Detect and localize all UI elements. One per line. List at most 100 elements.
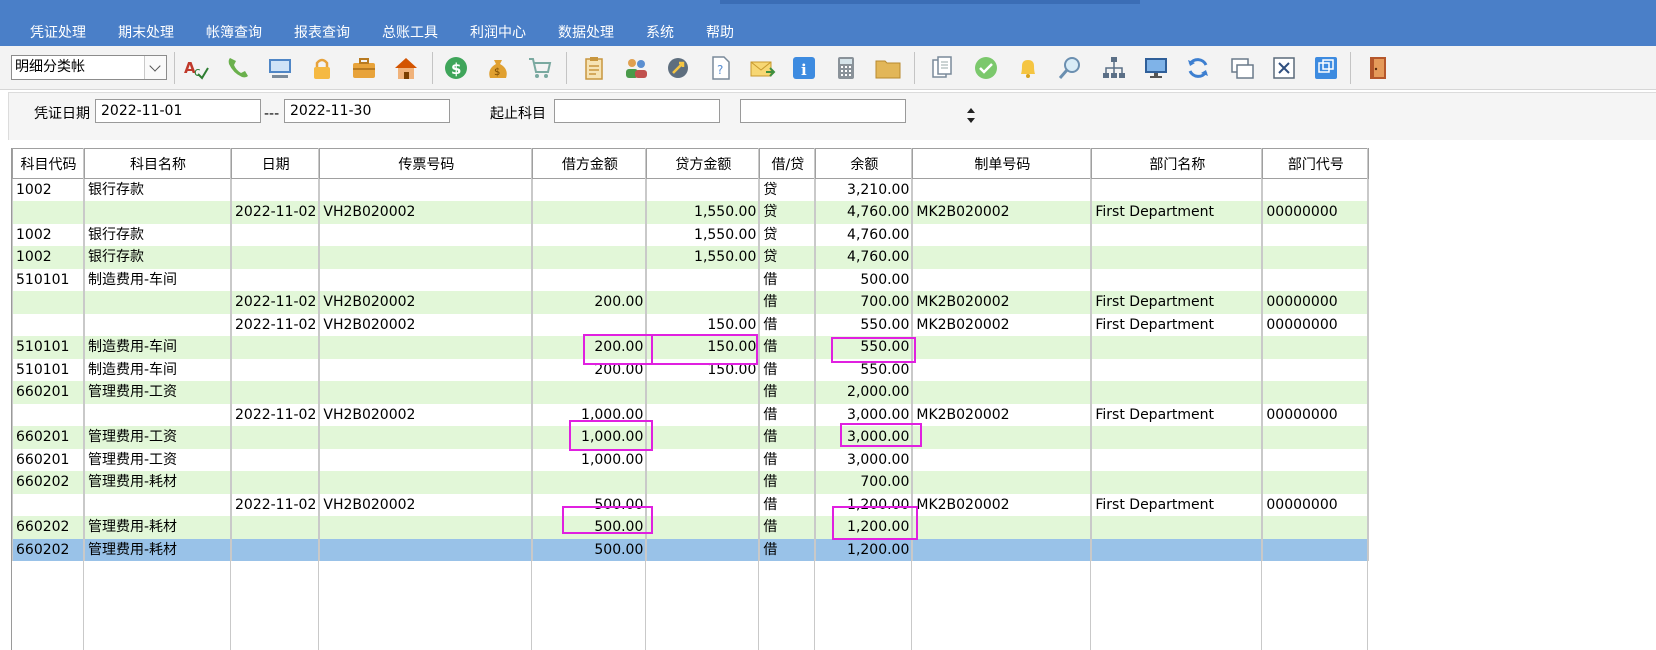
cell-credit[interactable] [646,178,761,201]
cell-balance[interactable]: 4,760.00 [815,223,914,246]
cell-dc[interactable]: 借 [759,516,817,539]
spellcheck-icon[interactable]: Ac [180,52,212,84]
table-row[interactable]: 2022-11-02 VH2B020002 200.00 借 700.00 MK2B020… [12,291,1370,314]
cell-account-code[interactable]: 660202 [12,538,85,561]
help-doc-icon[interactable]: ? [704,52,736,84]
cell-department-code[interactable] [1262,268,1370,291]
cell-dc[interactable]: 借 [759,291,817,314]
cell-balance[interactable]: 1,200.00 [815,538,914,561]
cell-debit[interactable] [532,201,648,224]
cell-date[interactable] [230,268,321,291]
cell-credit[interactable]: 150.00 [646,336,761,359]
cell-document-no[interactable]: MK2B020002 [912,291,1093,314]
clipboard-icon[interactable] [578,52,610,84]
cell-department-name[interactable] [1091,358,1264,381]
table-row[interactable]: 510101 制造费用-车间 200.00 150.00 借 550.00 [12,358,1370,381]
cell-dc[interactable]: 借 [759,313,817,336]
cell-account-name[interactable] [84,493,232,516]
computer-icon[interactable] [264,52,296,84]
chevron-down-icon[interactable] [144,56,166,79]
cell-department-code[interactable] [1262,471,1370,494]
org-chart-icon[interactable] [1098,52,1130,84]
cell-account-code[interactable]: 510101 [12,268,85,291]
cell-document-no[interactable]: MK2B020002 [912,313,1093,336]
table-row[interactable]: 510101 制造费用-车间 借 500.00 [12,268,1370,291]
cell-department-name[interactable] [1091,223,1264,246]
cell-date[interactable]: 2022-11-02 [230,313,321,336]
cell-dc[interactable]: 贷 [759,201,817,224]
table-row[interactable]: 510101 制造费用-车间 200.00 150.00 借 550.00 [12,336,1370,359]
cell-department-code[interactable] [1262,336,1370,359]
cell-voucher-no[interactable] [319,223,534,246]
cell-document-no[interactable] [912,268,1093,291]
table-row-selected[interactable]: 660202 管理费用-耗材 500.00 借 1,200.00 [12,538,1370,561]
menu-data-processing[interactable]: 数据处理 [542,22,630,44]
table-row[interactable]: 660201 管理费用-工资 1,000.00 借 3,000.00 [12,426,1370,449]
cell-account-name[interactable] [84,201,232,224]
cell-department-code[interactable]: 00000000 [1262,291,1370,314]
cell-balance[interactable]: 4,760.00 [815,201,914,224]
cell-debit[interactable] [532,178,648,201]
cell-voucher-no[interactable] [319,538,534,561]
cell-credit[interactable]: 1,550.00 [646,223,761,246]
cell-balance[interactable]: 700.00 [815,291,914,314]
menu-profit-center[interactable]: 利润中心 [454,22,542,44]
cell-dc[interactable]: 借 [759,471,817,494]
cell-document-no[interactable] [912,223,1093,246]
monitor-icon[interactable] [1140,52,1172,84]
cell-balance[interactable]: 3,000.00 [815,448,914,471]
cell-debit[interactable]: 1,000.00 [532,426,648,449]
cell-voucher-no[interactable] [319,358,534,381]
account-from-input[interactable] [554,99,720,123]
cell-department-code[interactable] [1262,538,1370,561]
cell-dc[interactable]: 借 [759,336,817,359]
cell-voucher-no[interactable] [319,246,534,269]
table-row[interactable]: 2022-11-02 VH2B020002 1,000.00 借 3,000.00 MK2… [12,403,1370,426]
cell-credit[interactable]: 150.00 [646,313,761,336]
menu-voucher[interactable]: 凭证处理 [14,22,102,44]
cell-dc[interactable]: 贷 [759,223,817,246]
cell-account-code[interactable]: 510101 [12,358,85,381]
cell-document-no[interactable] [912,358,1093,381]
cell-balance[interactable]: 500.00 [815,268,914,291]
cell-account-name[interactable]: 管理费用-工资 [84,381,232,404]
col-header-debit[interactable]: 借方金额 [532,148,648,179]
cell-department-name[interactable]: First Department [1091,201,1264,224]
cell-account-code[interactable] [12,201,85,224]
cell-department-name[interactable] [1091,268,1264,291]
cell-account-name[interactable] [84,313,232,336]
cell-date[interactable]: 2022-11-02 [230,291,321,314]
cell-credit[interactable] [646,268,761,291]
cell-voucher-no[interactable] [319,516,534,539]
cell-credit[interactable] [646,448,761,471]
cell-department-name[interactable]: First Department [1091,313,1264,336]
cell-account-code[interactable]: 660201 [12,381,85,404]
cell-document-no[interactable] [912,426,1093,449]
cell-debit[interactable] [532,246,648,269]
cell-document-no[interactable]: MK2B020002 [912,493,1093,516]
cell-date[interactable]: 2022-11-02 [230,403,321,426]
cell-department-code[interactable] [1262,426,1370,449]
cell-department-name[interactable] [1091,516,1264,539]
cell-balance[interactable]: 550.00 [815,358,914,381]
cell-balance[interactable]: 550.00 [815,313,914,336]
check-icon[interactable] [970,52,1002,84]
cell-account-code[interactable]: 660201 [12,448,85,471]
restore-icon[interactable] [1310,52,1342,84]
cell-department-name[interactable] [1091,246,1264,269]
cell-voucher-no[interactable] [319,381,534,404]
col-header-voucher-no[interactable]: 传票号码 [319,148,534,179]
cell-date[interactable] [230,448,321,471]
cell-voucher-no[interactable] [319,178,534,201]
cell-debit[interactable] [532,471,648,494]
calculator-icon[interactable] [830,52,862,84]
col-header-account-name[interactable]: 科目名称 [84,148,232,179]
menu-period-end[interactable]: 期末处理 [102,22,190,44]
link-icon[interactable] [662,52,694,84]
cell-voucher-no[interactable]: VH2B020002 [319,313,534,336]
cell-document-no[interactable]: MK2B020002 [912,403,1093,426]
menu-help[interactable]: 帮助 [690,22,750,44]
cell-department-name[interactable] [1091,538,1264,561]
cell-dc[interactable]: 贷 [759,178,817,201]
cell-account-name[interactable]: 管理费用-工资 [84,426,232,449]
